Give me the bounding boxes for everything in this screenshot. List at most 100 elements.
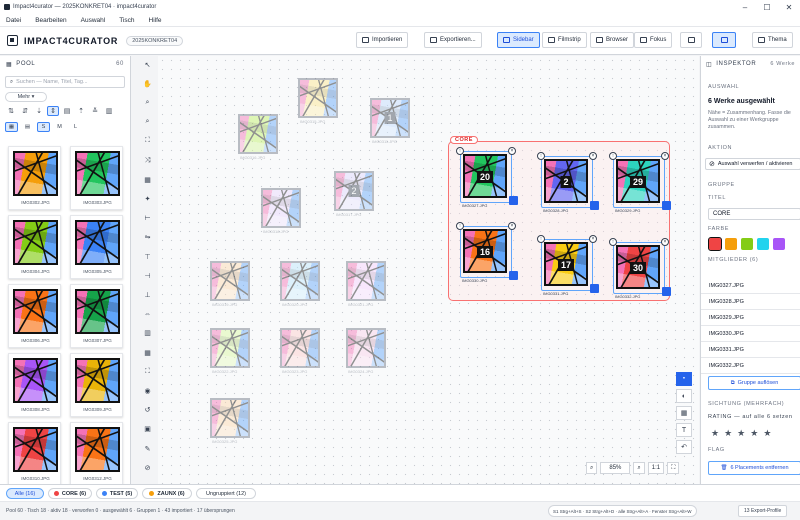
pool-item[interactable]: IMG0302.JPG: [8, 146, 61, 210]
zoom-reset-button[interactable]: 1:1: [647, 462, 665, 474]
resize-handle[interactable]: [509, 196, 518, 205]
placed-image-ghost[interactable]: 2 IMG0317.JPG: [334, 171, 374, 217]
member-item[interactable]: IMG0330.JPG: [701, 326, 800, 342]
filter-ungrouped[interactable]: Ungruppiert (12): [196, 488, 256, 499]
view-focus-button[interactable]: Fokus: [634, 32, 673, 48]
color-swatch[interactable]: [773, 238, 785, 250]
promote-icon[interactable]: ↑: [609, 152, 617, 160]
export-button[interactable]: Exportieren...: [424, 32, 482, 48]
grid-view-icon[interactable]: ▦: [5, 122, 18, 132]
placed-image-ghost[interactable]: IMG0316.JPG: [238, 114, 278, 160]
zoom-out-icon[interactable]: ⌕: [142, 117, 153, 128]
remove-icon[interactable]: ×: [661, 152, 669, 160]
align-top-icon[interactable]: ⊤: [142, 251, 153, 262]
color-swatch[interactable]: [757, 238, 769, 250]
undo-icon[interactable]: ↶: [676, 440, 692, 454]
maximize-icon[interactable]: ☐: [756, 0, 778, 14]
member-item[interactable]: IMG0332.JPG: [701, 358, 800, 374]
member-item[interactable]: IMG0331.JPG: [701, 342, 800, 358]
size-large-button[interactable]: L: [69, 122, 82, 132]
layout-toggle-button[interactable]: [680, 32, 702, 48]
member-item[interactable]: IMG0328.JPG: [701, 294, 800, 310]
inspector-toggle-button[interactable]: [712, 32, 736, 48]
history-icon[interactable]: ↺: [142, 405, 153, 416]
dissolve-group-button[interactable]: ⧉ Gruppe auflösen: [708, 376, 800, 390]
paint-tool-icon[interactable]: ◐: [676, 389, 692, 403]
text-tool-icon[interactable]: T: [676, 423, 692, 437]
group-tile[interactable]: 17 ↑ × IMG0331.JPG: [537, 235, 599, 296]
remove-icon[interactable]: ×: [508, 147, 516, 155]
shuffle-icon[interactable]: ⤨: [142, 155, 153, 166]
menu-tisch[interactable]: Tisch: [119, 17, 134, 24]
color-swatch[interactable]: [725, 238, 737, 250]
placed-image-ghost[interactable]: IMG0320.JPG: [280, 261, 320, 307]
pool-search-input[interactable]: ⌕ Suchen — Name, Titel, Tag...: [5, 76, 125, 88]
sort-color-icon[interactable]: ▥: [103, 106, 115, 116]
pool-item[interactable]: IMG0312.JPG: [70, 422, 123, 486]
pool-item[interactable]: IMG0304.JPG: [8, 215, 61, 279]
sort-size-icon[interactable]: ≚: [89, 106, 101, 116]
placed-image-ghost[interactable]: 1 IMG0311.JPG: [370, 98, 410, 144]
menu-bearbeiten[interactable]: Bearbeiten: [35, 17, 66, 24]
resize-handle[interactable]: [509, 271, 518, 280]
spacing-icon[interactable]: ⇔: [142, 309, 153, 320]
view-sidebar-button[interactable]: Sidebar: [497, 32, 540, 48]
placed-image-ghost[interactable]: IMG0325.JPG: [210, 398, 250, 444]
star-icon[interactable]: ★: [763, 428, 771, 439]
view-filmstrip-button[interactable]: Filmstrip: [542, 32, 587, 48]
star-icon[interactable]: ★: [711, 428, 719, 439]
menu-datei[interactable]: Datei: [6, 17, 21, 24]
menu-auswahl[interactable]: Auswahl: [81, 17, 106, 24]
fit-icon[interactable]: ⛶: [142, 136, 153, 147]
pool-item[interactable]: IMG0309.JPG: [70, 353, 123, 417]
remove-icon[interactable]: ×: [508, 222, 516, 230]
promote-icon[interactable]: ↑: [537, 152, 545, 160]
more-filters-button[interactable]: Mehr ▾: [5, 92, 47, 102]
sort-alpha-icon[interactable]: ⇣: [33, 106, 45, 116]
size-medium-button[interactable]: M: [53, 122, 66, 132]
star-icon[interactable]: ★: [724, 428, 732, 439]
placed-image-ghost[interactable]: IMG0322.JPG: [210, 328, 250, 374]
promote-icon[interactable]: ↑: [609, 238, 617, 246]
export-profiles-button[interactable]: 13 Export-Profile: [738, 505, 788, 517]
brush-icon[interactable]: ✎: [142, 443, 153, 454]
filter-zaunx[interactable]: ZAUNX (6): [142, 488, 192, 499]
pool-item[interactable]: IMG0308.JPG: [8, 353, 61, 417]
frame-icon[interactable]: ⛶: [142, 366, 153, 377]
member-item[interactable]: IMG0327.JPG: [701, 278, 800, 294]
hand-icon[interactable]: ✋: [142, 78, 153, 89]
group-tile[interactable]: 30 ↑ × IMG0332.JPG: [609, 238, 671, 299]
distribute-icon[interactable]: ⇋: [142, 232, 153, 243]
filter-test[interactable]: TEST (5): [96, 488, 138, 499]
color-swatch[interactable]: [741, 238, 753, 250]
remove-icon[interactable]: ×: [661, 238, 669, 246]
remove-placements-button[interactable]: 🗑 6 Placements entfernen: [708, 461, 800, 475]
zoom-out-icon[interactable]: ⌕: [586, 462, 598, 474]
group-tile[interactable]: 20 ↑ × IMG0327.JPG: [456, 147, 518, 208]
import-button[interactable]: Importieren: [356, 32, 409, 48]
table-canvas[interactable]: CORE IMG0315.JPG 1 IMG0311.JPG IMG0316.JPG 2…: [158, 56, 699, 484]
member-item[interactable]: IMG0329.JPG: [701, 310, 800, 326]
placed-image-ghost[interactable]: IMG0323.JPG: [280, 328, 320, 374]
remove-icon[interactable]: ×: [589, 235, 597, 243]
resize-handle[interactable]: [590, 201, 599, 210]
pool-item[interactable]: IMG0306.JPG: [8, 284, 61, 348]
columns-icon[interactable]: ▥: [142, 328, 153, 339]
placed-image-ghost[interactable]: IMG0319.JPG: [210, 261, 250, 307]
star-icon[interactable]: ★: [737, 428, 745, 439]
placed-image-ghost[interactable]: IMG0315.JPG: [298, 78, 338, 124]
sort-date-icon[interactable]: ▤: [61, 106, 73, 116]
grid-icon[interactable]: ▦: [142, 174, 153, 185]
close-icon[interactable]: ✕: [778, 0, 800, 14]
resize-handle[interactable]: [590, 284, 599, 293]
pool-item[interactable]: IMG0305.JPG: [70, 215, 123, 279]
ban-icon[interactable]: ⊘: [142, 462, 153, 473]
fit-to-screen-icon[interactable]: ⛶: [667, 462, 680, 474]
wand-icon[interactable]: ✦: [142, 193, 153, 204]
placed-image-ghost[interactable]: IMG0318.JPG: [261, 188, 301, 234]
size-small-button[interactable]: S: [37, 122, 50, 132]
resize-handle[interactable]: [662, 201, 671, 210]
sort-rating-icon[interactable]: ⇡: [75, 106, 87, 116]
color-swatch[interactable]: [708, 237, 722, 251]
align-middle-icon[interactable]: ⊣: [142, 270, 153, 281]
